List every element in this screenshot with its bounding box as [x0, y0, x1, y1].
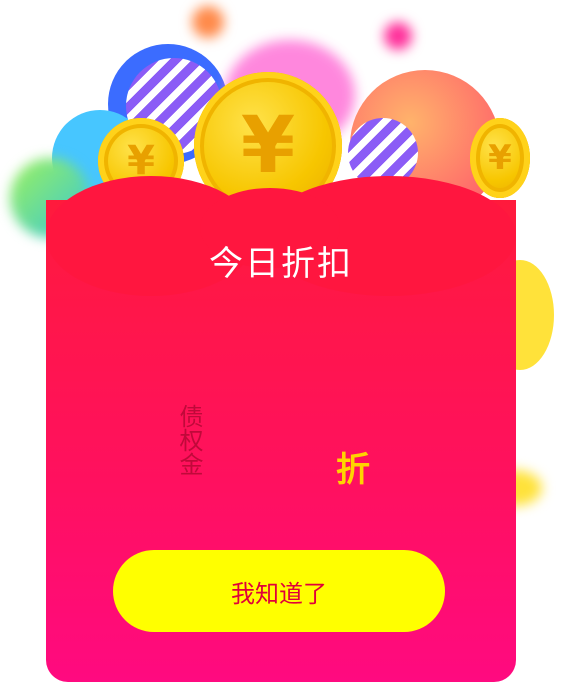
confirm-button[interactable]: 我知道了	[113, 550, 445, 632]
yen-icon: ¥	[488, 138, 512, 178]
bubble-top-magenta-decoration	[384, 22, 412, 50]
yen-icon: ¥	[240, 101, 296, 191]
vertical-label: 债权金	[175, 404, 203, 476]
dialog-title: 今日折扣	[209, 244, 353, 284]
coin-right-decoration: ¥	[470, 118, 530, 198]
bubble-top-orange-decoration	[192, 6, 224, 38]
discount-suffix: 折	[336, 450, 370, 490]
